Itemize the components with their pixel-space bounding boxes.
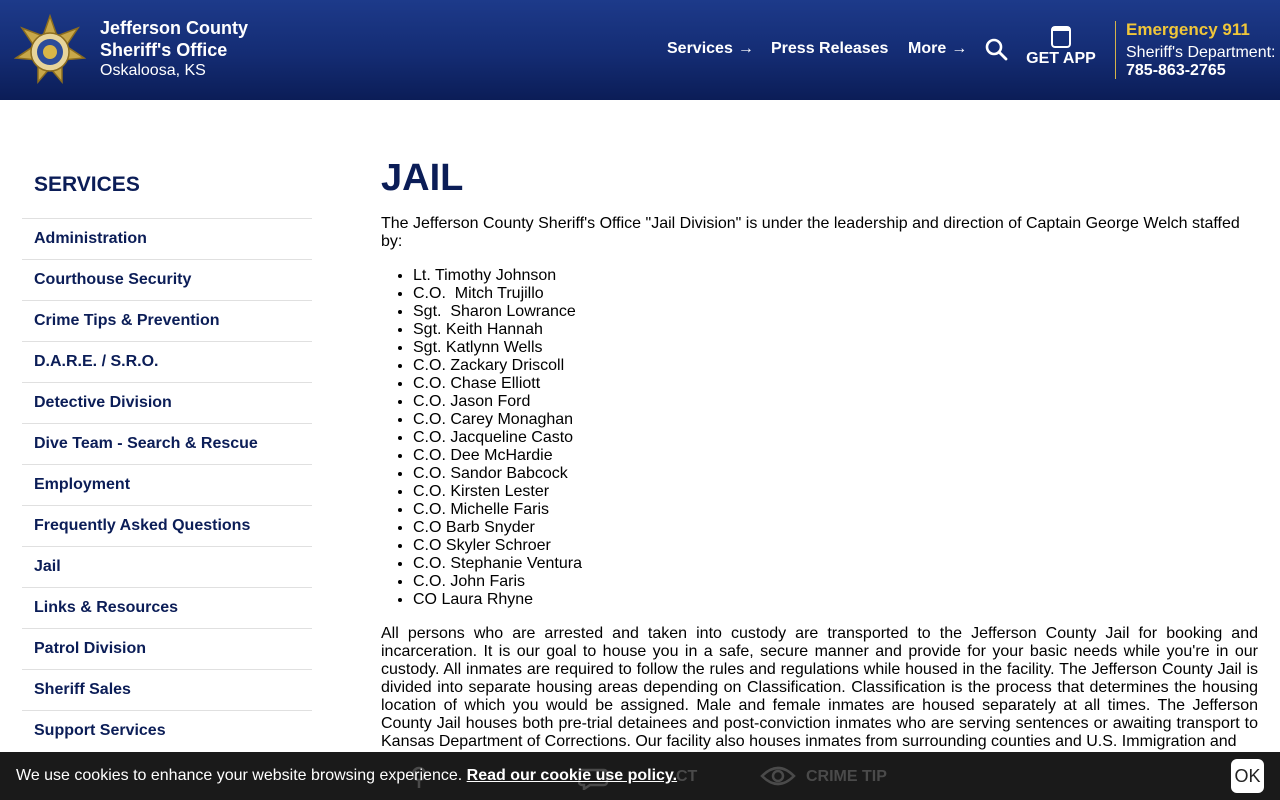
staff-item: C.O. Dee McHardie <box>413 447 582 465</box>
get-app-button[interactable]: GET APP <box>1023 26 1099 68</box>
staff-item: C.O. Zackary Driscoll <box>413 357 582 375</box>
nav-press-releases[interactable]: Press Releases <box>771 40 888 58</box>
sidebar-item-support-services[interactable]: Support Services <box>22 710 312 751</box>
jail-description: All persons who are arrested and taken i… <box>381 625 1258 750</box>
staff-item: C.O. Michelle Faris <box>413 501 582 519</box>
intro-paragraph: The Jefferson County Sheriff's Office "J… <box>381 215 1240 250</box>
staff-item: C.O. Sandor Babcock <box>413 465 582 483</box>
site-header: Jefferson County Sheriff's Office Oskalo… <box>0 0 1280 100</box>
staff-item: C.O. John Faris <box>413 573 582 591</box>
staff-item: C.O. Kirsten Lester <box>413 483 582 501</box>
sidebar-item-dive-team[interactable]: Dive Team - Search & Rescue <box>22 423 312 464</box>
staff-item: C.O. Jason Ford <box>413 393 582 411</box>
emergency-number[interactable]: Emergency 911 <box>1126 20 1250 40</box>
staff-item: Lt. Timothy Johnson <box>413 267 582 285</box>
nav-more-label: More <box>908 40 947 57</box>
sidebar-item-administration[interactable]: Administration <box>22 218 312 259</box>
sidebar-item-sheriff-sales[interactable]: Sheriff Sales <box>22 669 312 710</box>
department-label: Sheriff's Department: <box>1126 44 1276 61</box>
contact-link[interactable]: CT <box>676 768 697 786</box>
search-icon[interactable] <box>984 37 1008 61</box>
nav-more[interactable]: More → <box>908 40 967 58</box>
cookie-policy-link[interactable]: Read our cookie use policy. <box>467 767 677 784</box>
cookie-notice: We use cookies to enhance your website b… <box>16 767 677 785</box>
staff-item: C.O. Carey Monaghan <box>413 411 582 429</box>
sidebar-item-links-resources[interactable]: Links & Resources <box>22 587 312 628</box>
staff-item: C.O Skyler Schroer <box>413 537 582 555</box>
header-divider <box>1115 21 1116 79</box>
staff-item: Sgt. Katlynn Wells <box>413 339 582 357</box>
department-phone[interactable]: 785-863-2765 <box>1126 62 1226 80</box>
staff-item: Sgt. Keith Hannah <box>413 321 582 339</box>
sidebar-item-dare-sro[interactable]: D.A.R.E. / S.R.O. <box>22 341 312 382</box>
staff-list: Lt. Timothy Johnson C.O. Mitch Trujillo … <box>413 267 582 609</box>
arrow-right-icon: → <box>951 40 968 57</box>
nav-services[interactable]: Services → <box>667 40 754 58</box>
sidebar-item-detective-division[interactable]: Detective Division <box>22 382 312 423</box>
cookie-notice-text: We use cookies to enhance your website b… <box>16 767 463 784</box>
sidebar-nav: Administration Courthouse Security Crime… <box>22 218 312 751</box>
staff-item: C.O. Stephanie Ventura <box>413 555 582 573</box>
brand-location: Oskaloosa, KS <box>100 62 206 79</box>
get-app-label: GET APP <box>1026 50 1096 67</box>
staff-item: C.O. Jacqueline Casto <box>413 429 582 447</box>
sidebar-item-courthouse-security[interactable]: Courthouse Security <box>22 259 312 300</box>
staff-item: C.O Barb Snyder <box>413 519 582 537</box>
sidebar-item-jail[interactable]: Jail <box>22 546 312 587</box>
cookie-ok-button[interactable]: OK <box>1231 759 1264 793</box>
sidebar-item-faq[interactable]: Frequently Asked Questions <box>22 505 312 546</box>
staff-item: C.O. Mitch Trujillo <box>413 285 582 303</box>
staff-item: CO Laura Rhyne <box>413 591 582 609</box>
sidebar-item-patrol-division[interactable]: Patrol Division <box>22 628 312 669</box>
crime-tip-link[interactable]: CRIME TIP <box>806 768 887 786</box>
nav-services-label: Services <box>667 40 733 57</box>
page-title: JAIL <box>381 157 464 199</box>
sheriff-badge-logo[interactable] <box>14 14 86 86</box>
sidebar-item-employment[interactable]: Employment <box>22 464 312 505</box>
staff-item: Sgt. Sharon Lowrance <box>413 303 582 321</box>
eye-icon[interactable] <box>760 764 796 788</box>
brand-name[interactable]: Jefferson County Sheriff's Office <box>100 17 300 61</box>
arrow-right-icon: → <box>737 40 754 57</box>
sidebar-title: SERVICES <box>34 173 140 196</box>
sidebar-item-crime-tips[interactable]: Crime Tips & Prevention <box>22 300 312 341</box>
staff-item: C.O. Chase Elliott <box>413 375 582 393</box>
phone-icon <box>1051 26 1071 48</box>
